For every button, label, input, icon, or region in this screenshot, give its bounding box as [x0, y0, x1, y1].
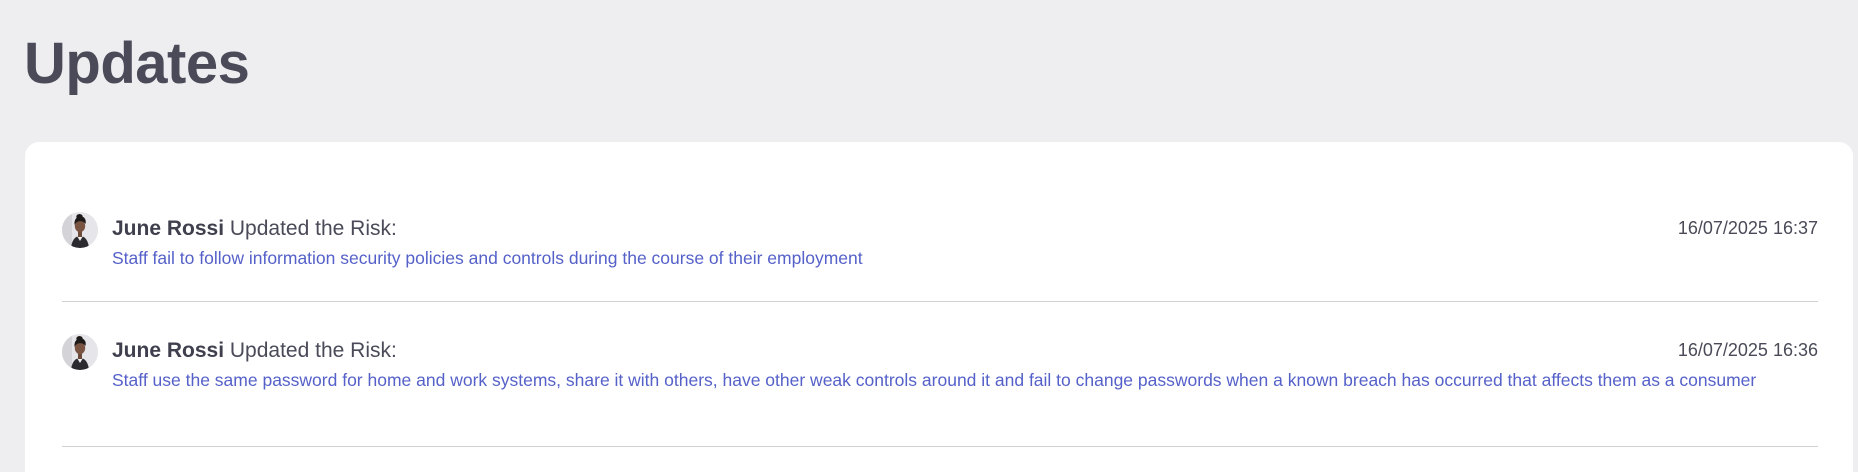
update-timestamp: 16/07/2025 16:37	[1677, 218, 1818, 238]
user-avatar-icon	[62, 212, 98, 248]
avatar[interactable]	[62, 334, 98, 370]
update-user[interactable]: June Rossi	[112, 339, 224, 362]
avatar[interactable]	[62, 212, 98, 248]
page-title: Updates	[24, 31, 250, 96]
update-timestamp: 16/07/2025 16:36	[1677, 340, 1818, 360]
update-user[interactable]: June Rossi	[112, 217, 224, 240]
update-action: Updated the Risk:	[229, 217, 397, 240]
update-item: June Rossi Updated the Risk: 16/07/2025 …	[62, 330, 1818, 447]
risk-link[interactable]: Staff use the same password for home and…	[112, 370, 1812, 391]
update-item: June Rossi Updated the Risk: 16/07/2025 …	[62, 208, 1818, 302]
user-avatar-icon	[62, 334, 98, 370]
update-action: Updated the Risk:	[229, 339, 397, 362]
risk-link[interactable]: Staff fail to follow information securit…	[112, 248, 1812, 269]
updates-card: June Rossi Updated the Risk: 16/07/2025 …	[25, 142, 1853, 472]
update-headline: June Rossi Updated the Risk:	[112, 338, 397, 364]
update-headline: June Rossi Updated the Risk:	[112, 216, 397, 242]
